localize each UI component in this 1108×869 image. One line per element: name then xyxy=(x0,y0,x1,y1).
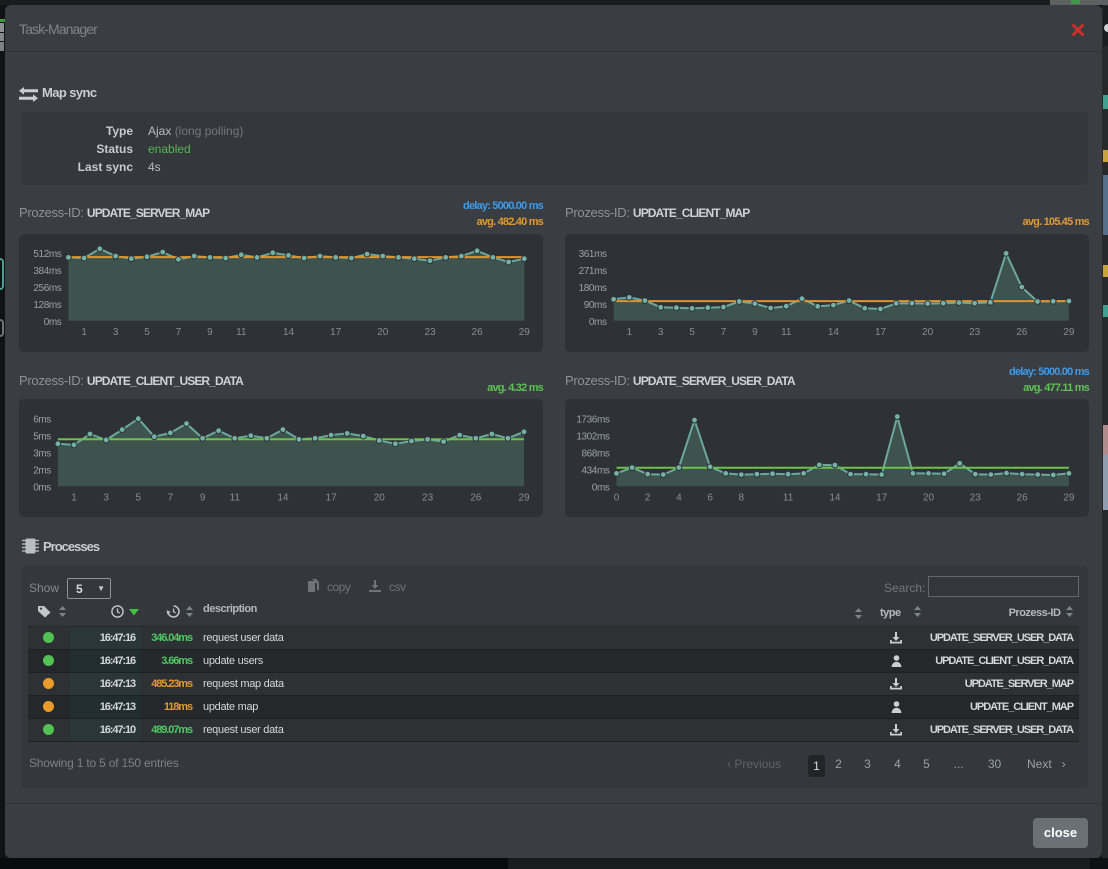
svg-text:11: 11 xyxy=(236,327,247,338)
svg-text:4: 4 xyxy=(676,492,682,503)
svg-text:29: 29 xyxy=(518,492,530,503)
svg-text:7: 7 xyxy=(168,492,174,503)
svg-text:6ms: 6ms xyxy=(33,415,51,426)
svg-text:90ms: 90ms xyxy=(584,300,607,311)
svg-text:361ms: 361ms xyxy=(579,249,607,260)
svg-text:17: 17 xyxy=(326,492,338,503)
svg-text:14: 14 xyxy=(828,327,840,338)
svg-text:0ms: 0ms xyxy=(33,482,51,493)
svg-text:2ms: 2ms xyxy=(33,465,51,476)
svg-text:3: 3 xyxy=(103,492,109,503)
svg-text:512ms: 512ms xyxy=(33,249,61,260)
svg-text:256ms: 256ms xyxy=(33,283,61,294)
svg-text:3: 3 xyxy=(113,327,119,338)
svg-text:384ms: 384ms xyxy=(33,266,61,277)
svg-text:8: 8 xyxy=(739,492,745,503)
svg-text:14: 14 xyxy=(277,492,289,503)
svg-text:23: 23 xyxy=(969,327,981,338)
svg-text:20: 20 xyxy=(374,492,386,503)
svg-text:5ms: 5ms xyxy=(33,432,51,443)
svg-text:2: 2 xyxy=(645,492,651,503)
svg-text:17: 17 xyxy=(876,492,888,503)
svg-text:29: 29 xyxy=(1063,327,1075,338)
svg-text:0: 0 xyxy=(614,492,620,503)
svg-text:271ms: 271ms xyxy=(579,266,607,277)
svg-text:5: 5 xyxy=(689,327,695,338)
svg-text:3: 3 xyxy=(658,327,664,338)
svg-text:868ms: 868ms xyxy=(581,449,609,460)
svg-text:11: 11 xyxy=(230,492,241,503)
svg-text:20: 20 xyxy=(377,327,389,338)
svg-text:17: 17 xyxy=(330,327,342,338)
svg-text:0ms: 0ms xyxy=(44,317,62,328)
svg-text:9: 9 xyxy=(752,327,758,338)
svg-text:26: 26 xyxy=(472,327,484,338)
svg-text:26: 26 xyxy=(1017,492,1029,503)
svg-text:0ms: 0ms xyxy=(589,317,607,328)
svg-text:11: 11 xyxy=(783,492,794,503)
svg-text:1: 1 xyxy=(71,492,77,503)
svg-text:20: 20 xyxy=(923,492,935,503)
svg-text:29: 29 xyxy=(519,327,531,338)
svg-text:14: 14 xyxy=(283,327,295,338)
svg-text:14: 14 xyxy=(829,492,841,503)
svg-text:11: 11 xyxy=(781,327,792,338)
svg-text:9: 9 xyxy=(207,327,213,338)
svg-text:0ms: 0ms xyxy=(592,482,610,493)
svg-text:20: 20 xyxy=(922,327,934,338)
svg-text:9: 9 xyxy=(200,492,206,503)
svg-text:23: 23 xyxy=(422,492,434,503)
svg-text:1: 1 xyxy=(81,327,87,338)
svg-text:1: 1 xyxy=(627,327,633,338)
svg-text:434ms: 434ms xyxy=(581,465,609,476)
svg-text:1302ms: 1302ms xyxy=(576,432,610,443)
svg-text:6: 6 xyxy=(707,492,713,503)
svg-text:3ms: 3ms xyxy=(33,449,51,460)
svg-text:29: 29 xyxy=(1063,492,1075,503)
svg-text:23: 23 xyxy=(970,492,982,503)
svg-text:7: 7 xyxy=(176,327,182,338)
svg-text:1736ms: 1736ms xyxy=(576,415,610,426)
svg-text:26: 26 xyxy=(470,492,482,503)
svg-text:7: 7 xyxy=(721,327,727,338)
svg-text:5: 5 xyxy=(136,492,142,503)
svg-text:23: 23 xyxy=(424,327,436,338)
svg-text:5: 5 xyxy=(144,327,150,338)
svg-text:180ms: 180ms xyxy=(579,283,607,294)
svg-text:128ms: 128ms xyxy=(33,300,61,311)
svg-text:26: 26 xyxy=(1016,327,1028,338)
svg-text:17: 17 xyxy=(875,327,887,338)
